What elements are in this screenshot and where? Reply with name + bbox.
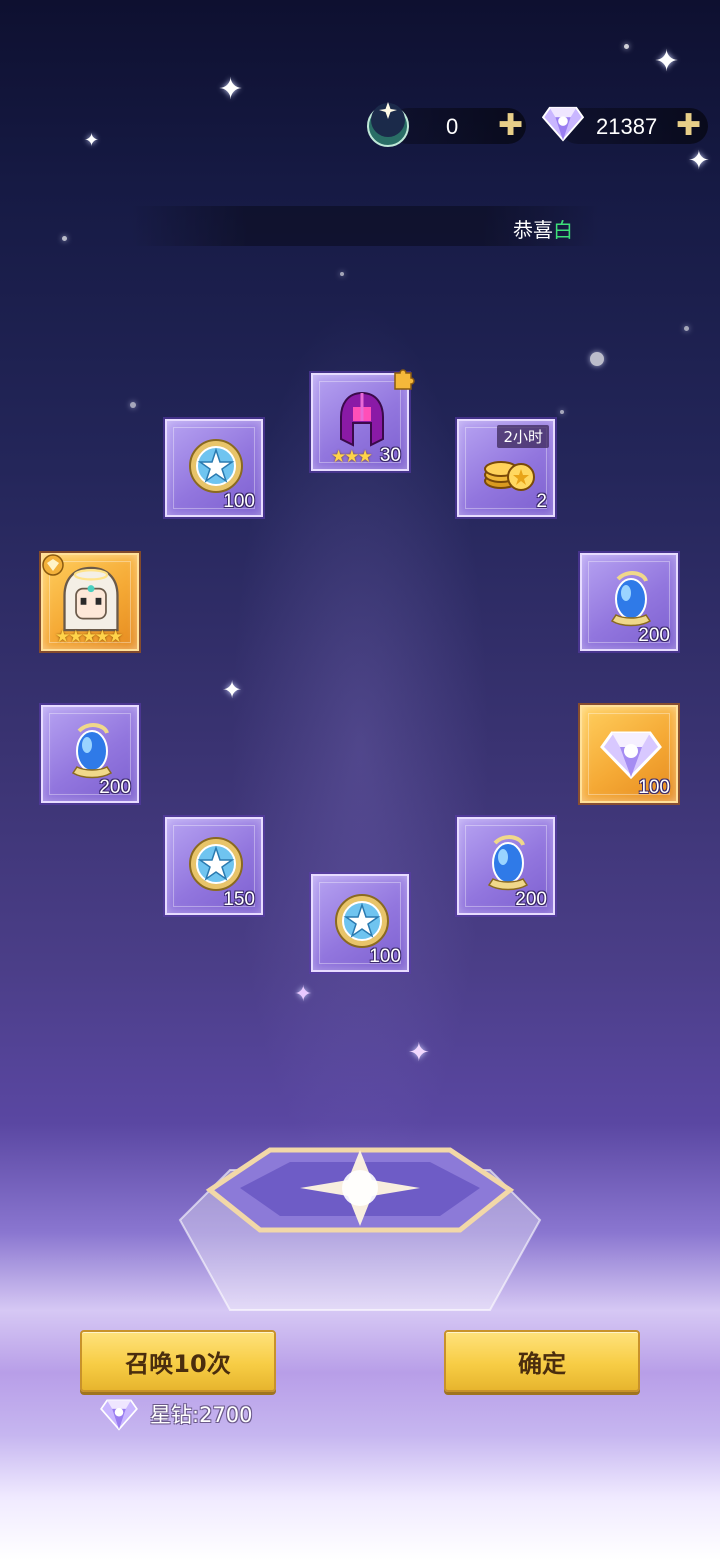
broadcast-prefix: 恭喜 <box>513 218 553 242</box>
sparkle-star: ✦ <box>688 146 710 176</box>
sparkle-dot <box>560 410 564 414</box>
summon-cost-text: 星钻:2700 <box>150 1403 253 1427</box>
reward-quantity: 2 <box>536 491 547 512</box>
star-medal-icon <box>335 894 389 948</box>
reward-card[interactable]: 100 <box>311 874 409 972</box>
sparkle-star: ✦ <box>222 676 243 704</box>
crescent-moon-icon <box>367 102 409 147</box>
reward-quantity: 100 <box>638 777 670 798</box>
broadcast-marquee: 恭喜白 <box>130 206 600 246</box>
reward-quantity: 200 <box>99 777 131 798</box>
diamond-icon <box>600 731 662 780</box>
sparkle-dot <box>684 326 689 331</box>
summon-altar <box>178 1147 542 1311</box>
duration-tag: 2小时 <box>497 425 549 448</box>
sparkle-dot <box>590 352 604 366</box>
sparkle-star: ✦ <box>218 72 244 107</box>
sparkle-dot <box>62 236 67 241</box>
reward-quantity: 30 <box>379 445 401 466</box>
sparkle-dot <box>130 402 136 408</box>
sparkle-dot <box>340 272 344 276</box>
reward-card[interactable]: ★★★★★ <box>41 553 139 651</box>
summon-cost: 星钻:2700 <box>100 1396 253 1432</box>
puzzle-piece-icon <box>394 369 415 390</box>
reward-quantity: 200 <box>638 625 670 646</box>
reward-card[interactable]: 200 <box>41 705 139 803</box>
reward-quantity: 100 <box>223 491 255 512</box>
sparkle-star: ✦ <box>654 44 680 79</box>
summon-ten-button[interactable]: 召唤10次 <box>80 1330 276 1392</box>
hero-class-icon <box>42 554 64 576</box>
broadcast-text: 恭喜白 <box>513 214 573 243</box>
reward-quantity: 200 <box>515 889 547 910</box>
reward-card[interactable]: 150 <box>165 817 263 915</box>
star-medal-icon <box>189 837 243 891</box>
reward-card[interactable]: 200 <box>580 553 678 651</box>
reward-card[interactable]: 100 <box>580 705 678 803</box>
star-diamond-value: 21387 <box>596 114 658 139</box>
broadcast-player-name: 白 <box>553 218 573 242</box>
star-rating: ★★★ <box>331 447 373 467</box>
moon-token-value: 0 <box>446 114 459 139</box>
add-star-diamond-button[interactable]: ✚ <box>676 111 701 141</box>
star-rating: ★★★★★ <box>55 627 123 647</box>
reward-card[interactable]: 2小时 2 <box>457 419 555 517</box>
reward-card[interactable]: ★★★ 30 <box>311 369 415 471</box>
sparkle-dot <box>624 44 629 49</box>
add-moon-token-button[interactable]: ✚ <box>498 111 523 141</box>
reward-quantity: 150 <box>223 889 255 910</box>
confirm-button[interactable]: 确定 <box>444 1330 640 1392</box>
blue-crystal-icon <box>487 835 529 891</box>
helmet-icon <box>340 391 384 447</box>
reward-card[interactable]: 100 <box>165 419 263 517</box>
blue-crystal-icon <box>610 571 652 627</box>
star-medal-icon <box>189 439 243 493</box>
sparkle-star: ✦ <box>84 130 100 151</box>
sparkle-star: ✦ <box>408 1038 430 1068</box>
reward-card[interactable]: 200 <box>457 817 555 915</box>
sparkle-star: ✦ <box>294 982 313 1007</box>
diamond-icon <box>100 1399 138 1431</box>
diamond-icon <box>542 106 584 142</box>
reward-quantity: 100 <box>369 946 401 967</box>
blue-crystal-icon <box>71 723 113 779</box>
